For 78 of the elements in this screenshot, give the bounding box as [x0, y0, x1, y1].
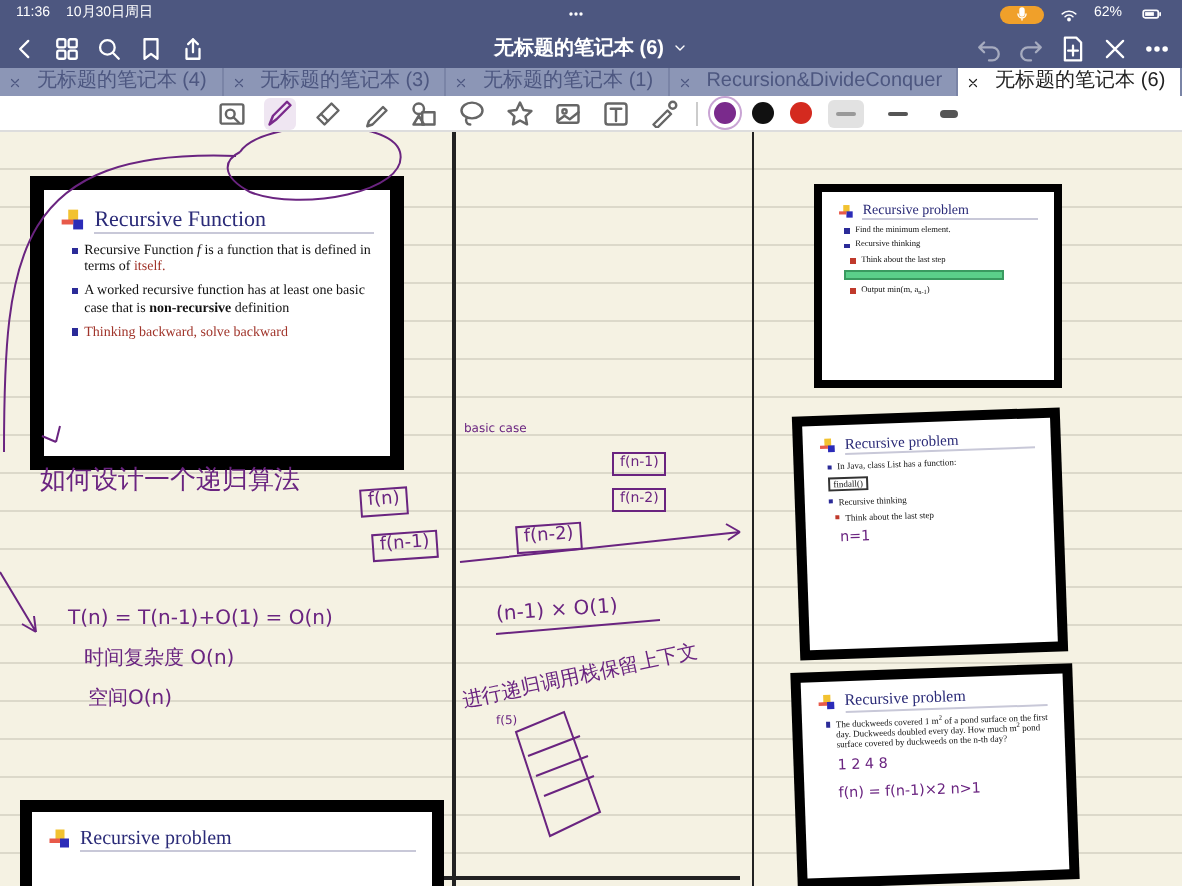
slide-logo-icon — [60, 207, 87, 234]
image-icon — [553, 99, 581, 127]
handwritten-note: 时间复杂度 O(n) — [84, 648, 235, 670]
bullet-icon — [850, 288, 856, 294]
wifi-icon — [1059, 5, 1078, 23]
color-swatch[interactable] — [713, 102, 735, 124]
close-button[interactable] — [1102, 35, 1128, 61]
handwritten-note: 进行递归调用栈保留上下文 — [460, 641, 700, 713]
handwritten-note: f(n-1) — [371, 529, 439, 563]
undo-button[interactable] — [976, 35, 1002, 61]
zoom-window-tool[interactable] — [215, 97, 247, 129]
bookmark-button[interactable] — [138, 35, 164, 61]
bullet-icon — [71, 328, 79, 336]
add-page-button[interactable] — [1060, 35, 1086, 61]
shapes-icon — [409, 99, 437, 127]
thumbnail-grid-icon — [54, 35, 80, 61]
slide-logo-icon — [817, 694, 837, 715]
caret-icon — [672, 40, 688, 56]
pen-tool[interactable] — [263, 97, 295, 129]
share-icon — [180, 35, 206, 61]
pen-icon — [265, 99, 293, 127]
slide-logo-icon — [818, 437, 838, 457]
handwritten-note: f(n) — [359, 486, 409, 518]
notebook-title[interactable]: 无标题的笔记本 (6) — [494, 33, 664, 63]
bullet-icon — [844, 228, 850, 233]
bullet-icon — [826, 464, 832, 470]
search-button[interactable] — [96, 35, 122, 61]
microphone-icon — [1013, 6, 1030, 22]
thumbnail-grid-button[interactable] — [54, 35, 80, 61]
eraser-tool[interactable] — [311, 97, 343, 129]
battery-icon — [1138, 4, 1166, 24]
redo-icon — [1018, 35, 1044, 61]
search-icon — [96, 35, 122, 61]
tab[interactable]: 无标题的笔记本 (6) — [958, 68, 1182, 96]
tab-label: 无标题的笔记本 (1) — [481, 68, 656, 96]
close-icon — [1102, 35, 1128, 61]
slide-title: Recursive Function — [94, 207, 374, 234]
slide-logo-icon — [48, 828, 72, 852]
bookmark-icon — [138, 35, 164, 61]
share-button[interactable] — [180, 35, 206, 61]
text-box-icon — [601, 99, 629, 127]
stack-drawing — [515, 710, 602, 837]
tab-label: 无标题的笔记本 (3) — [257, 68, 432, 96]
handwritten-note: 如何设计一个递归算法 — [40, 468, 300, 497]
bullet-icon — [71, 287, 79, 295]
bullet-icon — [844, 243, 850, 249]
handwritten-note: (n-1) × O(1) — [495, 595, 619, 627]
arrow-drawing — [0, 571, 37, 633]
star-icon — [505, 99, 533, 127]
zoom-window-icon — [217, 99, 245, 127]
handwritten-note: T(n) = T(n-1)+O(1) = O(n) — [68, 608, 333, 630]
bullet-icon — [825, 722, 830, 728]
lasso-icon — [457, 99, 485, 127]
eraser-icon — [313, 99, 341, 127]
handwritten-note: f(n-2) — [515, 521, 583, 555]
add-page-icon — [1060, 35, 1086, 61]
slide-title: Recursive problem — [844, 686, 1048, 714]
bullet-icon — [850, 258, 856, 264]
slide-logo-icon — [838, 203, 855, 221]
color-swatch[interactable] — [751, 102, 773, 124]
star-tool[interactable] — [503, 97, 535, 129]
tab-close-icon[interactable] — [966, 75, 981, 89]
tab-label: 无标题的笔记本 (6) — [993, 68, 1168, 96]
handwritten-note: 空间O(n) — [88, 688, 173, 710]
text-box-tool[interactable] — [599, 97, 631, 129]
color-swatch[interactable] — [789, 102, 811, 124]
undo-icon — [976, 35, 1002, 61]
laser-pointer-tool[interactable] — [647, 97, 679, 129]
redo-button[interactable] — [1018, 35, 1044, 61]
laser-pointer-icon — [649, 99, 677, 127]
tab-label: 无标题的笔记本 (4) — [34, 68, 209, 96]
shapes-tool[interactable] — [407, 97, 439, 129]
bullet-icon — [71, 247, 79, 255]
tab-label: Recursion&DivideConquer — [704, 68, 945, 96]
slide-title: Recursive problem — [80, 828, 416, 852]
bullet-icon — [834, 515, 840, 520]
lasso-tool[interactable] — [455, 97, 487, 129]
bullet-icon — [827, 499, 833, 505]
